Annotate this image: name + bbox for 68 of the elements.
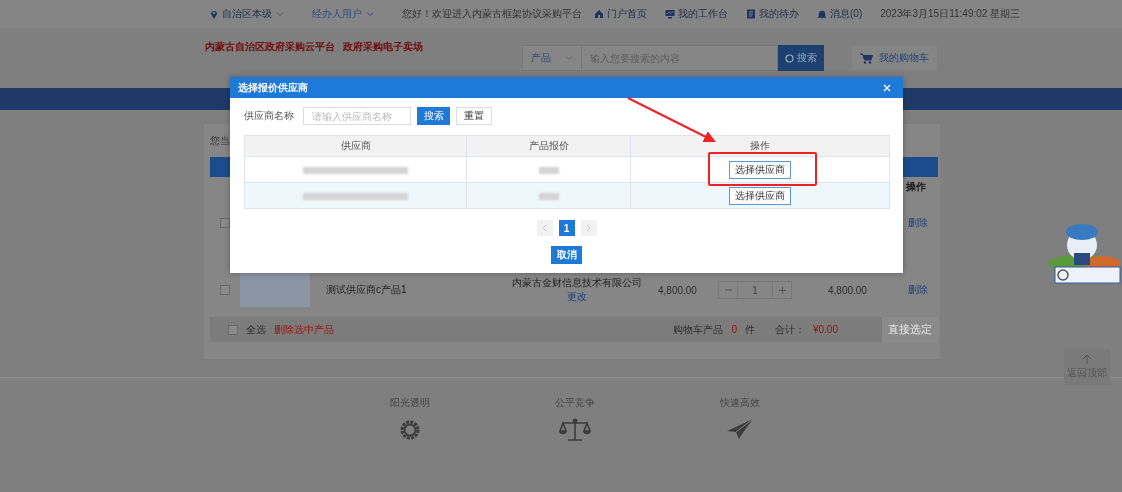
- filter-label: 供应商名称: [244, 109, 294, 123]
- cart-count-label: 购物车产品: [673, 322, 724, 337]
- search-icon: [785, 53, 794, 63]
- chevron-right-icon: [586, 224, 591, 232]
- nav-link[interactable]: 消息(0): [817, 7, 863, 21]
- delete-link[interactable]: 删除: [908, 216, 928, 230]
- checkbox[interactable]: [228, 324, 238, 335]
- home-icon: [594, 9, 604, 19]
- bell-icon: [817, 9, 827, 19]
- plus-icon: [778, 286, 786, 294]
- monitor-icon: [665, 9, 675, 19]
- cart-link[interactable]: 我的购物车: [852, 46, 937, 70]
- quantity-stepper[interactable]: 1: [718, 281, 792, 299]
- total-amount: ¥0.00: [812, 324, 838, 335]
- delete-selected-link[interactable]: 删除选中产品: [274, 322, 334, 337]
- change-link[interactable]: 更改: [567, 290, 587, 304]
- supplier-search-field[interactable]: 请输入供应商名称: [303, 107, 411, 125]
- user-dropdown[interactable]: 经办人用户: [312, 7, 374, 21]
- cart-count: 0: [731, 324, 737, 335]
- reset-button[interactable]: 重置: [456, 107, 492, 125]
- product-image: [240, 273, 310, 307]
- list-icon: [746, 9, 756, 19]
- checkbox[interactable]: [220, 285, 230, 295]
- nav-link[interactable]: 我的工作台: [665, 7, 728, 21]
- logo-title: 政府采购电子卖场: [343, 40, 423, 54]
- price-text: 4,800.00: [658, 284, 698, 296]
- date-time: 2023年3月15日11:49:02 星期三: [880, 7, 1021, 21]
- breadcrumb-text: 您当: [210, 133, 230, 148]
- dialog-title: 选择报价供应商: [238, 80, 308, 95]
- cart-icon: [860, 52, 873, 64]
- column-header: 供应商: [244, 135, 467, 157]
- total-label: 合计：: [774, 322, 805, 337]
- search-button[interactable]: 搜索: [417, 107, 450, 125]
- nav-link[interactable]: 我的待办: [746, 7, 799, 21]
- blurred-text: [538, 192, 559, 200]
- next-page-button[interactable]: [580, 220, 597, 236]
- direct-select-button[interactable]: 直接选定: [882, 317, 938, 342]
- region-dropdown[interactable]: 自治区本级: [210, 7, 284, 21]
- blurred-text: [538, 166, 559, 174]
- column-header: 操作: [906, 180, 926, 194]
- checkbox[interactable]: [220, 218, 230, 228]
- subtotal-text: 4,800.00: [828, 284, 868, 296]
- location-pin-icon: [210, 9, 218, 19]
- column-header: 产品报价: [466, 135, 631, 157]
- column-header: 操作: [630, 135, 890, 157]
- category-dropdown[interactable]: 产品: [522, 45, 582, 71]
- nav-link[interactable]: 门户首页: [594, 7, 647, 21]
- close-icon[interactable]: [883, 83, 891, 92]
- supplier-name: 内蒙古金财信息技术有限公司: [512, 276, 642, 290]
- caret-icon: [366, 11, 374, 17]
- scales-icon: [559, 418, 591, 442]
- delete-link[interactable]: 删除: [908, 283, 928, 297]
- count-unit: 件: [744, 322, 755, 337]
- chevron-left-icon: [542, 224, 547, 232]
- caret-icon: [276, 11, 284, 17]
- select-supplier-button[interactable]: 选择供应商: [729, 186, 791, 205]
- gear-icon: [398, 418, 422, 442]
- page-button[interactable]: 1: [558, 220, 575, 236]
- product-name[interactable]: 测试供应商c产品1: [326, 283, 407, 297]
- cancel-button[interactable]: 取消: [551, 246, 582, 264]
- up-arrow-icon: [1082, 354, 1092, 364]
- logo-title: 内蒙古自治区政府采购云平台: [205, 40, 335, 54]
- select-supplier-button[interactable]: 选择供应商: [729, 160, 791, 179]
- search-button[interactable]: 搜索: [778, 45, 824, 71]
- select-all-label: 全选: [246, 322, 266, 337]
- welcome-text: 您好！欢迎进入内蒙古框架协议采购平台: [402, 7, 582, 21]
- paper-plane-icon: [726, 418, 754, 440]
- prev-page-button[interactable]: [536, 220, 553, 236]
